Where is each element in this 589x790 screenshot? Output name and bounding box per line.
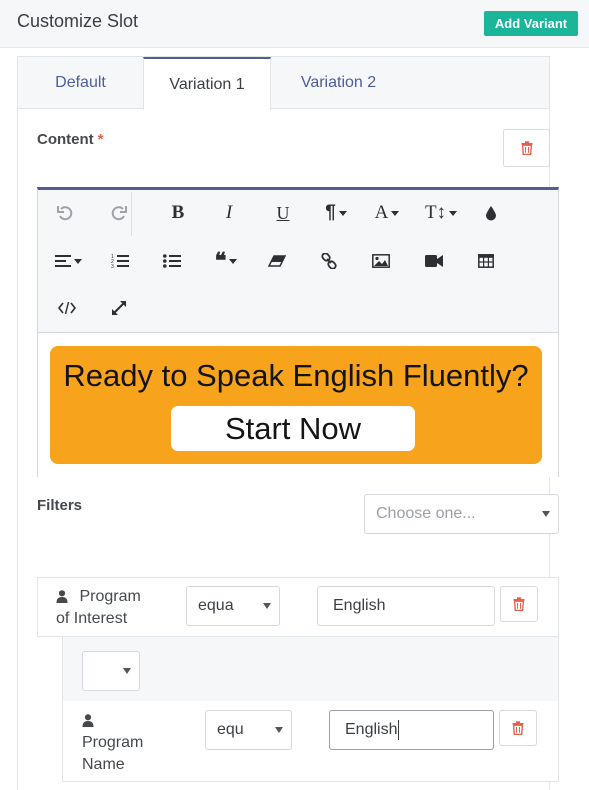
bold-icon: B bbox=[171, 202, 185, 223]
toolbar-divider bbox=[131, 192, 132, 236]
rule-value-text: English bbox=[345, 721, 398, 738]
font-dropdown[interactable]: A bbox=[369, 195, 405, 231]
page-title: Customize Slot bbox=[17, 11, 139, 31]
align-icon bbox=[54, 255, 71, 267]
chevron-down-icon bbox=[391, 210, 400, 216]
chevron-down-icon bbox=[449, 210, 458, 216]
rule-field-line2: of Interest bbox=[56, 610, 128, 627]
content-label-text: Content bbox=[37, 131, 94, 148]
redo-icon bbox=[111, 206, 127, 221]
page-header: Customize Slot Add Variant bbox=[0, 0, 589, 48]
chevron-down-icon bbox=[542, 511, 550, 517]
undo-icon bbox=[57, 206, 73, 221]
underline-button[interactable]: U bbox=[265, 195, 301, 231]
quote-icon: ❝ bbox=[214, 248, 227, 273]
bold-button[interactable]: B bbox=[160, 195, 196, 231]
filter-select-placeholder: Choose one... bbox=[376, 505, 476, 522]
fullscreen-button[interactable] bbox=[101, 290, 137, 326]
editor-toolbar: B I U ¶ A T↕ 123 ❝ bbox=[38, 190, 558, 333]
editor-content[interactable]: Ready to Speak English Fluently? Start N… bbox=[38, 333, 558, 477]
table-icon bbox=[478, 254, 494, 268]
rule-field-line2: Name bbox=[82, 756, 125, 773]
chevron-down-icon bbox=[123, 668, 131, 674]
text-cursor bbox=[398, 720, 400, 740]
undo-button[interactable] bbox=[48, 195, 84, 231]
rule-field-label: Program Name bbox=[82, 710, 143, 776]
slot-panel: Default Variation 1 Variation 2 Content *… bbox=[17, 56, 559, 790]
link-button[interactable] bbox=[311, 243, 347, 279]
chevron-down-icon bbox=[263, 603, 271, 609]
text-height-dropdown[interactable]: T↕ bbox=[423, 195, 459, 231]
group-logic-select[interactable] bbox=[82, 651, 140, 691]
fullscreen-icon bbox=[112, 301, 126, 315]
unordered-list-icon bbox=[163, 254, 181, 268]
tab-default[interactable]: Default bbox=[18, 57, 143, 109]
code-view-icon bbox=[58, 302, 76, 314]
eraser-icon bbox=[268, 255, 286, 267]
delete-content-button[interactable] bbox=[503, 129, 550, 167]
unordered-list-button[interactable] bbox=[154, 243, 190, 279]
trash-icon bbox=[521, 141, 532, 155]
delete-rule-button[interactable] bbox=[499, 710, 537, 746]
rule-value-input[interactable]: English bbox=[329, 710, 494, 750]
banner-start-button: Start Now bbox=[171, 406, 415, 451]
image-button[interactable] bbox=[363, 243, 399, 279]
ordered-list-button[interactable]: 123 bbox=[102, 243, 138, 279]
chevron-down-icon bbox=[338, 210, 347, 216]
color-drop-icon bbox=[486, 206, 496, 221]
variation-tabs: Default Variation 1 Variation 2 bbox=[18, 57, 549, 110]
rule-value-input[interactable]: English bbox=[317, 586, 495, 626]
tab-variation-2[interactable]: Variation 2 bbox=[271, 57, 406, 109]
rule-field-line1: Program bbox=[82, 734, 144, 751]
rule-field-line1: Program bbox=[79, 588, 141, 605]
cta-banner-image: Ready to Speak English Fluently? Start N… bbox=[50, 346, 542, 464]
trash-icon bbox=[512, 721, 524, 735]
quote-dropdown[interactable]: ❝ bbox=[208, 243, 244, 279]
code-view-button[interactable] bbox=[49, 290, 85, 326]
chevron-down-icon bbox=[73, 258, 82, 264]
rule-field-label: Program of Interest bbox=[56, 586, 141, 630]
svg-text:3: 3 bbox=[111, 264, 114, 269]
filters-label: Filters bbox=[37, 497, 83, 514]
italic-icon: I bbox=[225, 202, 233, 223]
link-icon bbox=[321, 253, 337, 269]
operator-value: equ bbox=[217, 721, 244, 738]
chevron-down-icon bbox=[275, 727, 283, 733]
color-button[interactable] bbox=[473, 195, 509, 231]
group-header bbox=[63, 637, 558, 701]
paragraph-dropdown[interactable]: ¶ bbox=[318, 195, 354, 231]
operator-value: equa bbox=[198, 597, 234, 614]
filter-rule-program-of-interest: Program of Interest equa English bbox=[37, 577, 559, 637]
tab-variation-1[interactable]: Variation 1 bbox=[143, 57, 271, 110]
operator-select[interactable]: equa bbox=[186, 586, 280, 626]
banner-title: Ready to Speak English Fluently? bbox=[63, 358, 529, 393]
content-label: Content * bbox=[37, 131, 104, 148]
filter-type-select[interactable]: Choose one... bbox=[364, 494, 559, 534]
operator-select[interactable]: equ bbox=[205, 710, 292, 750]
required-mark: * bbox=[97, 131, 104, 148]
ordered-list-icon: 123 bbox=[111, 254, 129, 269]
align-dropdown[interactable] bbox=[50, 243, 86, 279]
text-height-icon: T↕ bbox=[424, 202, 447, 223]
delete-rule-button[interactable] bbox=[500, 586, 538, 622]
video-icon bbox=[425, 255, 443, 267]
chevron-down-icon bbox=[229, 258, 238, 264]
underline-icon: U bbox=[276, 202, 290, 223]
video-button[interactable] bbox=[416, 243, 452, 279]
italic-button[interactable]: I bbox=[211, 195, 247, 231]
user-icon bbox=[82, 714, 94, 728]
image-icon bbox=[372, 254, 390, 268]
add-variant-button[interactable]: Add Variant bbox=[484, 11, 578, 36]
user-icon bbox=[56, 590, 68, 604]
font-icon: A bbox=[374, 202, 389, 223]
filter-group: Program Name equ English bbox=[62, 636, 559, 782]
trash-icon bbox=[513, 597, 525, 611]
rich-text-editor: B I U ¶ A T↕ 123 ❝ Ready to Speak Englis… bbox=[37, 187, 559, 477]
table-button[interactable] bbox=[468, 243, 504, 279]
clear-format-button[interactable] bbox=[259, 243, 295, 279]
paragraph-icon: ¶ bbox=[325, 202, 336, 223]
